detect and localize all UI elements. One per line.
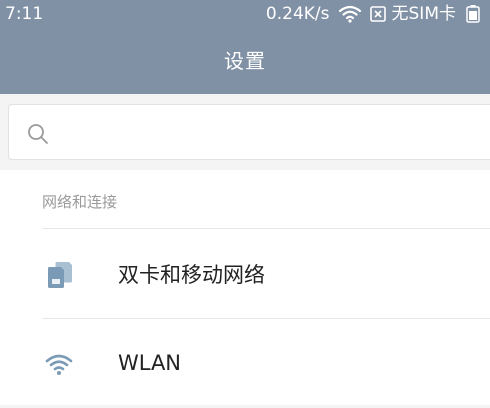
settings-item-label: 双卡和移动网络 <box>118 263 265 287</box>
page-title: 设置 <box>224 49 266 73</box>
search-box[interactable] <box>8 104 490 160</box>
divider <box>42 318 490 319</box>
wifi-icon <box>45 354 73 375</box>
settings-list: 网络和连接 双卡和移动网络 WLAN <box>0 170 490 405</box>
header-bar: 7:11 0.24K/s 无SIM卡 设置 <box>0 0 490 94</box>
settings-item-label: WLAN <box>118 351 182 375</box>
dual-sim-icon <box>48 262 72 288</box>
status-bar: 7:11 0.24K/s 无SIM卡 <box>0 0 490 30</box>
sim-x-icon <box>369 6 386 22</box>
search-icon <box>28 124 48 144</box>
search-input[interactable] <box>61 115 475 151</box>
net-speed: 0.24K/s <box>265 4 330 24</box>
sim-status: 无SIM卡 <box>391 4 456 24</box>
settings-item-dual-sim[interactable]: 双卡和移动网络 <box>0 232 490 318</box>
battery-icon <box>466 5 480 23</box>
settings-item-wlan[interactable]: WLAN <box>0 322 490 408</box>
section-header-network: 网络和连接 <box>42 193 118 211</box>
divider <box>42 228 490 229</box>
status-time: 7:11 <box>5 4 44 24</box>
status-indicators: 0.24K/s 无SIM卡 <box>266 4 480 24</box>
wifi-icon <box>338 5 361 23</box>
